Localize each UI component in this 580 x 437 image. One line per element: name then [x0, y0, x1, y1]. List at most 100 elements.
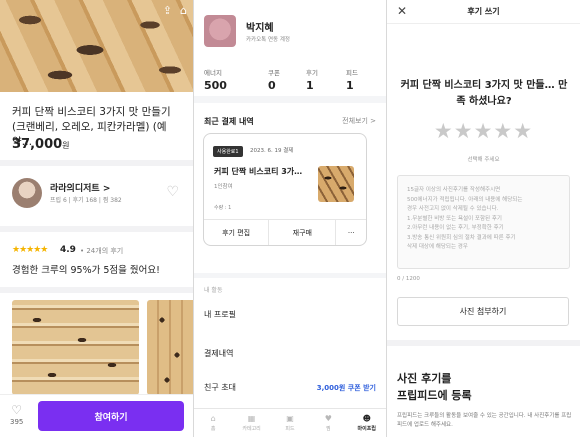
review-photo[interactable] — [147, 300, 193, 395]
section-title: 최근 결제 내역 — [204, 117, 254, 126]
stat-label: 쿠폰 — [268, 69, 280, 77]
order-actions: 후기 편집 재구매 ··· — [204, 219, 366, 245]
rating-stars: ★★★★★ — [12, 245, 48, 255]
stat-coupon[interactable]: 쿠폰 0 — [268, 67, 280, 92]
repurchase-button[interactable]: 재구매 — [269, 220, 337, 245]
edit-review-button[interactable]: 후기 편집 — [204, 220, 270, 245]
rating-score: 4.9 — [60, 245, 76, 255]
placeholder-line: 500에너지가 적립됩니다. 아래의 내용에 해당되는 — [407, 196, 523, 203]
placeholder-line: 1.무분별한 비방 또는 욕설이 포함된 후기 — [407, 215, 502, 222]
placeholder-line: 삭제 대상에 해당되는 경우 — [407, 244, 468, 250]
review-question: 커피 단짝 비스코티 3가지 맛 만들… 만족 하셨나요? — [400, 80, 568, 107]
image-icon: ▣ — [286, 414, 294, 423]
page-title: 후기 쓰기 — [467, 7, 500, 16]
review-count[interactable]: • 24개의 후기 — [80, 246, 123, 256]
home-icon[interactable]: ⌂ — [180, 4, 187, 17]
tab-feed[interactable]: ▣ 피드 — [272, 414, 308, 432]
grid-icon: ▦ — [247, 414, 256, 423]
feed-title-line: 프립피드에 등록 — [397, 389, 472, 402]
heart-outline-icon: ♡ — [11, 403, 23, 417]
stat-label: 피드 — [346, 69, 358, 77]
section-divider — [0, 160, 193, 166]
feed-description: 프립피드는 크루들의 활동을 보여줄 수 있는 공간입니다. 내 사진후기를 프… — [397, 413, 572, 428]
tab-label: 홈 — [210, 426, 216, 432]
menu-item-invite[interactable]: 친구 초대 — [204, 382, 236, 393]
tab-home[interactable]: ⌂ 홈 — [195, 414, 231, 432]
placeholder-line: 15글자 이상의 사진후기를 작성해주시면 — [407, 187, 501, 193]
home-icon: ⌂ — [210, 414, 216, 423]
order-card[interactable]: 사용완료1 2023. 6. 19 결제 커피 단짝 비스코티 3가… 1인참여… — [203, 133, 367, 246]
avatar[interactable] — [204, 15, 236, 47]
my-page-panel: 박지혜 카카오톡 연동 계정 에너지 500 쿠폰 0 후기 1 피드 1 최근… — [194, 0, 386, 437]
order-quantity: 수량 : 1 — [214, 205, 232, 211]
product-thumbnail — [318, 166, 354, 202]
section-divider — [0, 226, 193, 232]
recent-payments-section: 최근 결제 내역 전체보기 > 사용완료1 2023. 6. 19 결제 커피 … — [194, 103, 386, 273]
stat-value: 1 — [346, 79, 354, 92]
more-options-button[interactable]: ··· — [336, 220, 366, 245]
tab-category[interactable]: ▦ 카테고리 — [234, 414, 270, 432]
header-divider — [387, 23, 580, 24]
tab-label: 카테고리 — [242, 426, 261, 432]
placeholder-line: 2.아무런 내용이 없는 후기, 부정확한 후기 — [407, 225, 504, 231]
like-button[interactable]: ♡ 395 — [10, 403, 23, 426]
section-divider — [387, 340, 580, 346]
placeholder-line: 3.방송 통신 위원회 심의 절차 결과에 따른 후기 — [407, 234, 516, 241]
stat-value: 0 — [268, 79, 276, 92]
rating-hint: 선택해 주세요 — [467, 157, 500, 163]
stat-review[interactable]: 후기 1 — [306, 67, 318, 92]
stat-feed[interactable]: 피드 1 — [346, 67, 358, 92]
stat-label: 에너지 — [204, 69, 222, 77]
star-rating-input[interactable]: ★★★★★ — [387, 119, 580, 143]
bottom-action-bar: ♡ 395 참여하기 — [0, 394, 193, 437]
stat-label: 후기 — [306, 69, 318, 77]
tab-label: 찜 — [326, 426, 331, 432]
rating-description: 경험한 크루의 95%가 5점을 줬어요! — [12, 265, 160, 276]
profile-header: 박지혜 카카오톡 연동 계정 에너지 500 쿠폰 0 후기 1 피드 1 — [194, 0, 386, 96]
profile-name: 박지혜 — [246, 23, 274, 34]
tab-label: 마이프립 — [357, 426, 376, 432]
feed-title-line: 사진 후기를 — [397, 372, 452, 385]
coupon-link[interactable]: 3,000원 쿠폰 받기 — [317, 383, 376, 393]
close-icon[interactable]: ✕ — [397, 4, 407, 18]
share-icon[interactable]: ⇪ — [163, 4, 172, 17]
char-counter: 0 / 1200 — [397, 276, 420, 282]
price-unit: 원 — [62, 141, 70, 150]
hero-actions: ⇪ ⌂ — [163, 4, 187, 17]
tab-label: 피드 — [285, 426, 295, 432]
review-photo[interactable] — [12, 300, 139, 395]
host-avatar[interactable] — [12, 178, 42, 208]
account-type: 카카오톡 연동 계정 — [246, 37, 290, 43]
bottom-tab-bar: ⌂ 홈 ▦ 카테고리 ▣ 피드 ♥ 찜 ☻ 마이프립 — [194, 408, 386, 437]
order-option: 1인참여 — [214, 184, 233, 190]
join-button[interactable]: 참여하기 — [38, 401, 184, 431]
review-textarea[interactable]: 15글자 이상의 사진후기를 작성해주시면 500에너지가 적립됩니다. 아래의… — [397, 175, 570, 269]
heart-icon: ♥ — [324, 414, 332, 423]
host-stats: 프립 6 | 후기 168 | 찜 382 — [50, 197, 122, 204]
see-all-link[interactable]: 전체보기 > — [342, 116, 376, 126]
stat-value: 500 — [204, 79, 227, 92]
attach-photo-button[interactable]: 사진 첨부하기 — [397, 297, 569, 326]
menu-item-payments[interactable]: 결제내역 — [204, 348, 233, 359]
menu-item-profile[interactable]: 내 프로필 — [204, 309, 236, 320]
order-title: 커피 단짝 비스코티 3가… — [214, 167, 303, 176]
host-name-link[interactable]: 라라의디저트 > — [50, 181, 110, 194]
write-review-panel: 후기 쓰기 ✕ 커피 단짝 비스코티 3가지 맛 만들… 만족 하셨나요? ★★… — [387, 0, 580, 437]
stat-energy[interactable]: 에너지 500 — [204, 67, 227, 92]
product-price: 37,000원 — [12, 137, 70, 152]
placeholder-line: 경우 사전고지 없이 삭제될 수 있습니다. — [407, 206, 499, 212]
stat-value: 1 — [306, 79, 314, 92]
menu-heading: 내 활동 — [204, 287, 223, 294]
price-value: 37,000 — [12, 137, 63, 152]
feed-section-title: 사진 후기를 프립피드에 등록 — [397, 370, 472, 404]
tab-myfrip[interactable]: ☻ 마이프립 — [349, 414, 385, 432]
tab-wishlist[interactable]: ♥ 찜 — [310, 414, 346, 432]
product-detail-panel: ⇪ ⌂ 커피 단짝 비스코티 3가지 맛 만들기 (크랜베리, 오레오, 피칸카… — [0, 0, 193, 437]
payment-date: 2023. 6. 19 결제 — [250, 148, 294, 154]
status-badge: 사용완료1 — [213, 146, 243, 157]
like-count: 395 — [10, 418, 24, 426]
section-divider — [0, 287, 193, 293]
heart-icon[interactable]: ♡ — [166, 184, 179, 200]
smile-icon: ☻ — [362, 414, 371, 423]
activity-menu: 내 활동 내 프로필 결제내역 친구 초대 3,000원 쿠폰 받기 — [194, 278, 386, 408]
